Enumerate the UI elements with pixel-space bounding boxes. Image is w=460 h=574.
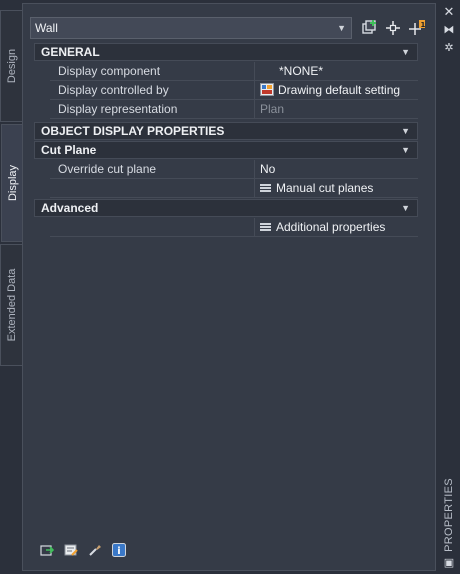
additional-properties-button[interactable]: Additional properties	[256, 218, 418, 236]
category-advanced[interactable]: Advanced ▼	[34, 199, 418, 217]
property-label-empty	[50, 179, 255, 197]
property-value[interactable]: *NONE*	[256, 62, 418, 80]
property-label-empty	[50, 218, 255, 236]
property-label: Display representation	[50, 100, 255, 118]
svg-text:1: 1	[421, 21, 426, 29]
property-row-override-cut-plane[interactable]: Override cut plane No	[50, 160, 418, 179]
worksheet-icon	[260, 184, 271, 193]
category-general[interactable]: GENERAL ▼	[34, 43, 418, 61]
close-icon[interactable]: ✕	[442, 5, 456, 18]
property-label: Display component	[50, 62, 255, 80]
select-objects-icon[interactable]	[384, 19, 402, 37]
tab-design[interactable]: Design	[0, 10, 22, 122]
tab-design-label: Design	[5, 48, 18, 84]
chevron-down-icon: ▼	[401, 47, 410, 57]
chevron-down-icon: ▼	[401, 126, 410, 136]
info-icon[interactable]: i	[112, 543, 126, 557]
property-value-text: Drawing default setting	[278, 83, 401, 97]
property-value[interactable]: No	[256, 160, 418, 178]
category-general-title: GENERAL	[41, 45, 100, 59]
category-cut-plane-title: Cut Plane	[41, 143, 97, 157]
category-cut-plane[interactable]: Cut Plane ▼	[34, 141, 418, 159]
property-row-additional-properties[interactable]: Additional properties	[50, 218, 418, 237]
palette-menu-icon[interactable]: ▣	[442, 557, 456, 569]
property-row-display-representation: Display representation Plan	[50, 100, 418, 119]
property-row-manual-cut-planes[interactable]: Manual cut planes	[50, 179, 418, 198]
category-object-display-properties[interactable]: OBJECT DISPLAY PROPERTIES ▼	[34, 122, 418, 140]
property-value: Plan	[260, 102, 285, 116]
category-advanced-title: Advanced	[41, 201, 99, 215]
property-row-display-controlled-by[interactable]: Display controlled by Drawing default se…	[50, 81, 418, 100]
object-type-dropdown[interactable]: Wall ▼	[30, 17, 352, 39]
tab-display[interactable]: Display	[1, 124, 23, 242]
palette-title-text: PROPERTIES	[442, 478, 455, 552]
manual-cut-planes-button[interactable]: Manual cut planes	[256, 179, 418, 197]
toggle-pickadd-icon[interactable]: 1	[408, 19, 426, 37]
tab-extended-data-label: Extended Data	[5, 268, 18, 342]
gear-icon[interactable]: ✲	[442, 42, 456, 54]
property-value[interactable]: Drawing default setting	[256, 81, 418, 99]
drawing-default-icon	[260, 83, 274, 96]
chevron-down-icon: ▼	[401, 145, 410, 155]
chevron-down-icon: ▼	[337, 23, 346, 33]
additional-properties-label: Additional properties	[276, 220, 386, 234]
category-object-display-title: OBJECT DISPLAY PROPERTIES	[41, 124, 225, 138]
svg-text:i: i	[117, 546, 120, 557]
palette-title: PROPERTIES	[437, 478, 460, 552]
manual-cut-planes-label: Manual cut planes	[276, 181, 374, 195]
chevron-down-icon: ▼	[401, 203, 410, 213]
property-label: Display controlled by	[50, 81, 255, 99]
tab-extended-data[interactable]: Extended Data	[0, 244, 22, 366]
property-grid: GENERAL ▼ Display component *NONE* Displ…	[34, 43, 418, 237]
match-properties-icon[interactable]	[88, 543, 102, 557]
edit-style-icon[interactable]	[64, 543, 78, 557]
quick-select-icon[interactable]	[361, 19, 379, 37]
worksheet-icon	[260, 223, 271, 232]
tab-display-label: Display	[6, 164, 19, 202]
property-label: Override cut plane	[50, 160, 255, 178]
select-similar-icon[interactable]	[40, 543, 54, 557]
property-row-display-component[interactable]: Display component *NONE*	[50, 62, 418, 81]
object-type-value: Wall	[35, 21, 58, 35]
autohide-icon[interactable]: ⧓	[442, 24, 456, 36]
